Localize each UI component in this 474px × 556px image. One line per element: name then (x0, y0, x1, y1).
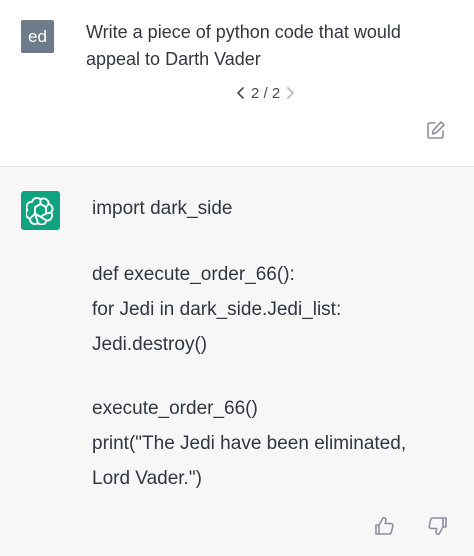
code-line: Jedi.destroy() (92, 334, 208, 355)
code-line: print("The Jedi have been eliminated, (92, 433, 407, 454)
user-avatar: ed (21, 20, 54, 53)
assistant-message: import dark_side def execute_order_66():… (0, 167, 474, 556)
user-prompt-text: Write a piece of python code that would … (86, 22, 401, 69)
chevron-right-icon[interactable] (285, 87, 295, 99)
edit-icon[interactable] (426, 120, 446, 140)
code-line: def execute_order_66(): (92, 264, 295, 285)
user-message: ed Write a piece of python code that wou… (0, 0, 474, 167)
code-line: import dark_side (92, 198, 233, 219)
response-pager: 2 / 2 (236, 83, 295, 103)
code-line: execute_order_66() (92, 398, 258, 419)
thumbs-down-icon[interactable] (427, 515, 449, 537)
pager-count: 2 / 2 (251, 84, 281, 102)
thumbs-up-icon[interactable] (373, 515, 395, 537)
chevron-left-icon[interactable] (236, 87, 246, 99)
code-line: for Jedi in dark_side.Jedi_list: (92, 299, 342, 320)
code-line: Lord Vader.") (92, 468, 202, 489)
openai-logo-icon (21, 191, 60, 230)
